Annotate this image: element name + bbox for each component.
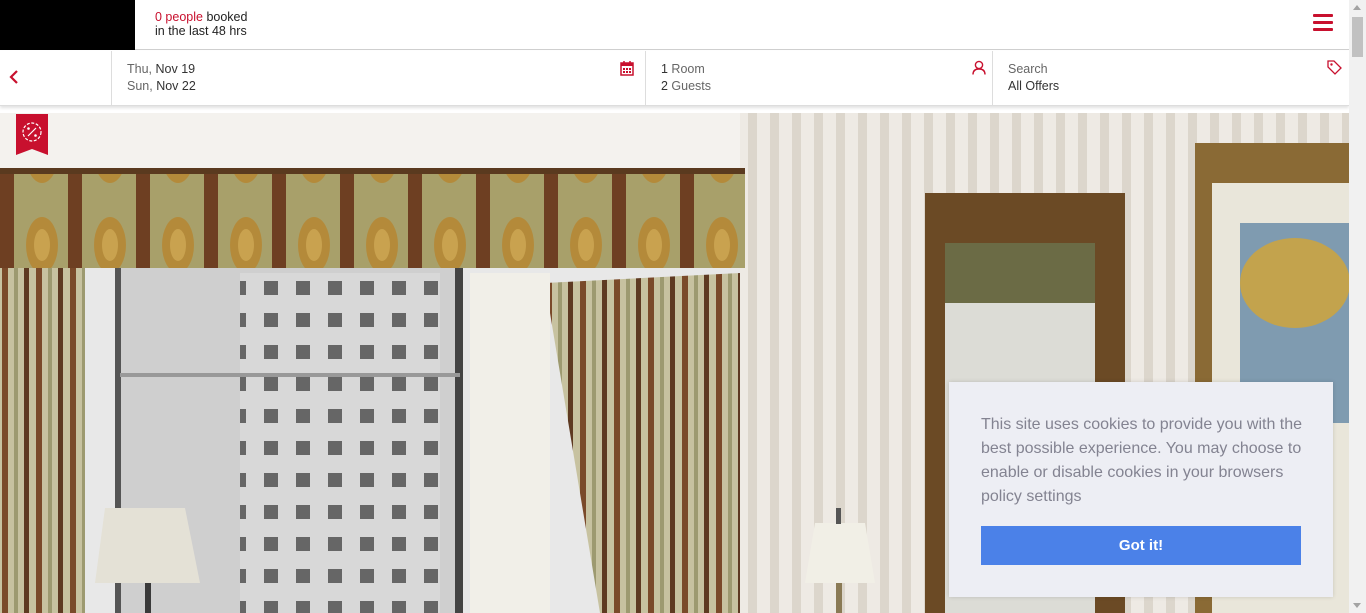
hotel-logo[interactable] [0,0,135,50]
tag-icon [1327,60,1342,75]
offers-value: All Offers [1008,79,1060,93]
booked-window: in the last 48 hrs [155,24,247,38]
deal-badge[interactable] [16,114,48,155]
scroll-down-arrow-icon[interactable] [1353,603,1361,608]
chevron-left-icon [9,70,18,84]
cookie-consent-banner: This site uses cookies to provide you wi… [949,382,1333,597]
cookie-message: This site uses cookies to provide you wi… [981,416,1303,505]
top-bar: 0 people booked in the last 48 hrs [0,0,1349,50]
back-button[interactable] [0,51,112,106]
user-icon [972,60,986,75]
date-selector[interactable]: Thu, Nov 19 Sun, Nov 22 [112,51,646,106]
offers-label: Search [1008,62,1048,76]
page-scrollbar[interactable] [1349,0,1366,613]
booked-count: 0 people [155,10,203,24]
booking-search-bar: Thu, Nov 19 Sun, Nov 22 1 Room 2 Guests … [0,51,1349,106]
discount-percent-icon [16,114,48,155]
booking-activity: 0 people booked in the last 48 hrs [155,10,247,38]
calendar-icon [620,61,634,76]
checkout-date: Sun, Nov 22 [127,79,196,93]
booked-suffix: booked [202,10,248,24]
scroll-up-arrow-icon[interactable] [1353,5,1361,10]
offers-selector[interactable]: Search All Offers [993,51,1349,106]
rooms-count: 1 Room [661,62,705,76]
hamburger-menu-icon[interactable] [1313,14,1333,32]
checkin-date: Thu, Nov 19 [127,62,196,76]
accept-cookies-button[interactable]: Got it! [981,526,1301,565]
room-guest-selector[interactable]: 1 Room 2 Guests [646,51,993,106]
guests-count: 2 Guests [661,79,712,93]
scrollbar-thumb[interactable] [1352,17,1363,57]
